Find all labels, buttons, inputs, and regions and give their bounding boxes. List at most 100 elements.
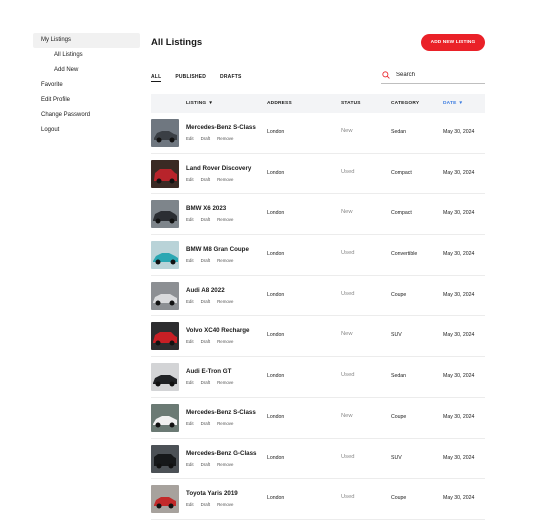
table-row: Audi E-Tron GT Edit Draft Remove London … [151,357,485,398]
search-icon[interactable] [382,71,390,79]
column-header-status: STATUS [341,101,361,106]
listing-actions: Edit Draft Remove [186,380,233,385]
listing-name[interactable]: Volvo XC40 Recharge [186,327,250,334]
edit-link[interactable]: Edit [186,299,194,304]
sidebar-item-my-listings[interactable]: My Listings [33,33,140,48]
car-image-icon [151,322,179,351]
table-row: Mercedes-Benz G-Class Edit Draft Remove … [151,439,485,480]
draft-link[interactable]: Draft [201,136,211,141]
listing-category: SUV [391,332,402,339]
tab-drafts[interactable]: DRAFTS [220,74,241,82]
search-input[interactable] [396,72,476,78]
table-header: LISTING ▾ ADDRESS STATUS CATEGORY DATE ▾ [151,94,485,113]
edit-link[interactable]: Edit [186,339,194,344]
listing-actions: Edit Draft Remove [186,258,233,263]
draft-link[interactable]: Draft [201,299,211,304]
listing-status: New [341,331,353,338]
edit-link[interactable]: Edit [186,217,194,222]
sidebar-item-add-new[interactable]: Add New [33,63,140,78]
remove-link[interactable]: Remove [217,136,233,141]
draft-link[interactable]: Draft [201,177,211,182]
listing-category: Coupe [391,495,407,502]
listing-date: May 30, 2024 [443,332,475,339]
listing-address: London [267,291,285,298]
column-header-listing[interactable]: LISTING ▾ [186,94,212,113]
sidebar-item-all-listings[interactable]: All Listings [33,48,140,63]
edit-link[interactable]: Edit [186,502,194,507]
edit-link[interactable]: Edit [186,177,194,182]
car-thumbnail[interactable] [151,281,179,310]
draft-link[interactable]: Draft [201,258,211,263]
sidebar-item-edit-profile[interactable]: Edit Profile [33,93,140,108]
listing-name[interactable]: Land Rover Discovery [186,165,251,172]
table-row: Land Rover Discovery Edit Draft Remove L… [151,154,485,195]
add-new-listing-button[interactable]: ADD NEW LISTING [421,34,485,51]
listing-actions: Edit Draft Remove [186,462,233,467]
draft-link[interactable]: Draft [201,421,211,426]
car-thumbnail[interactable] [151,159,179,188]
edit-link[interactable]: Edit [186,258,194,263]
sidebar-item-change-password[interactable]: Change Password [33,108,140,123]
car-image-icon [151,444,179,473]
car-thumbnail[interactable] [151,322,179,351]
tab-all[interactable]: ALL [151,74,162,82]
car-thumbnail[interactable] [151,200,179,229]
column-header-category: CATEGORY [391,101,420,106]
car-thumbnail[interactable] [151,241,179,270]
table-row: Volvo XC40 Recharge Edit Draft Remove Lo… [151,316,485,358]
listing-name[interactable]: BMW X6 2023 [186,205,226,212]
tab-published[interactable]: PUBLISHED [175,74,206,82]
listing-actions: Edit Draft Remove [186,339,233,344]
listing-address: London [267,251,285,258]
car-thumbnail[interactable] [151,363,179,392]
sidebar: My Listings All Listings Add New Favorit… [33,33,140,138]
listing-name[interactable]: Mercedes-Benz S-Class [186,124,256,131]
listing-name[interactable]: Audi E-Tron GT [186,368,231,375]
listing-tabs: ALL PUBLISHED DRAFTS [151,74,256,82]
draft-link[interactable]: Draft [201,462,211,467]
car-thumbnail[interactable] [151,119,179,147]
car-thumbnail[interactable] [151,403,179,432]
remove-link[interactable]: Remove [217,217,233,222]
car-thumbnail[interactable] [151,444,179,473]
listing-category: Sedan [391,373,407,380]
remove-link[interactable]: Remove [217,299,233,304]
edit-link[interactable]: Edit [186,380,194,385]
column-header-address: ADDRESS [267,101,292,106]
car-image-icon [151,485,179,514]
remove-link[interactable]: Remove [217,177,233,182]
remove-link[interactable]: Remove [217,421,233,426]
draft-link[interactable]: Draft [201,502,211,507]
remove-link[interactable]: Remove [217,339,233,344]
remove-link[interactable]: Remove [217,380,233,385]
listing-status: Used [341,494,355,501]
draft-link[interactable]: Draft [201,217,211,222]
remove-link[interactable]: Remove [217,258,233,263]
listing-address: London [267,413,285,420]
listing-name[interactable]: BMW M8 Gran Coupe [186,246,249,253]
listing-name[interactable]: Mercedes-Benz G-Class [186,450,257,457]
remove-link[interactable]: Remove [217,502,233,507]
page-title: All Listings [151,37,203,48]
draft-link[interactable]: Draft [201,380,211,385]
edit-link[interactable]: Edit [186,421,194,426]
column-header-listing-label: LISTING [186,101,207,106]
car-image-icon [151,403,179,432]
car-thumbnail[interactable] [151,485,179,514]
edit-link[interactable]: Edit [186,136,194,141]
draft-link[interactable]: Draft [201,339,211,344]
listing-date: May 30, 2024 [443,291,475,298]
listing-address: London [267,454,285,461]
column-header-date[interactable]: DATE ▾ [443,94,462,113]
sidebar-item-logout[interactable]: Logout [33,123,140,138]
listing-name[interactable]: Audi A8 2022 [186,287,225,294]
listing-actions: Edit Draft Remove [186,177,233,182]
listing-status: Used [341,168,355,175]
listing-date: May 30, 2024 [443,495,475,502]
sidebar-item-favorite[interactable]: Favorite [33,78,140,93]
listing-category: Convertible [391,251,418,258]
listing-name[interactable]: Mercedes-Benz S-Class [186,409,256,416]
listing-name[interactable]: Toyota Yaris 2019 [186,490,238,497]
edit-link[interactable]: Edit [186,462,194,467]
remove-link[interactable]: Remove [217,462,233,467]
